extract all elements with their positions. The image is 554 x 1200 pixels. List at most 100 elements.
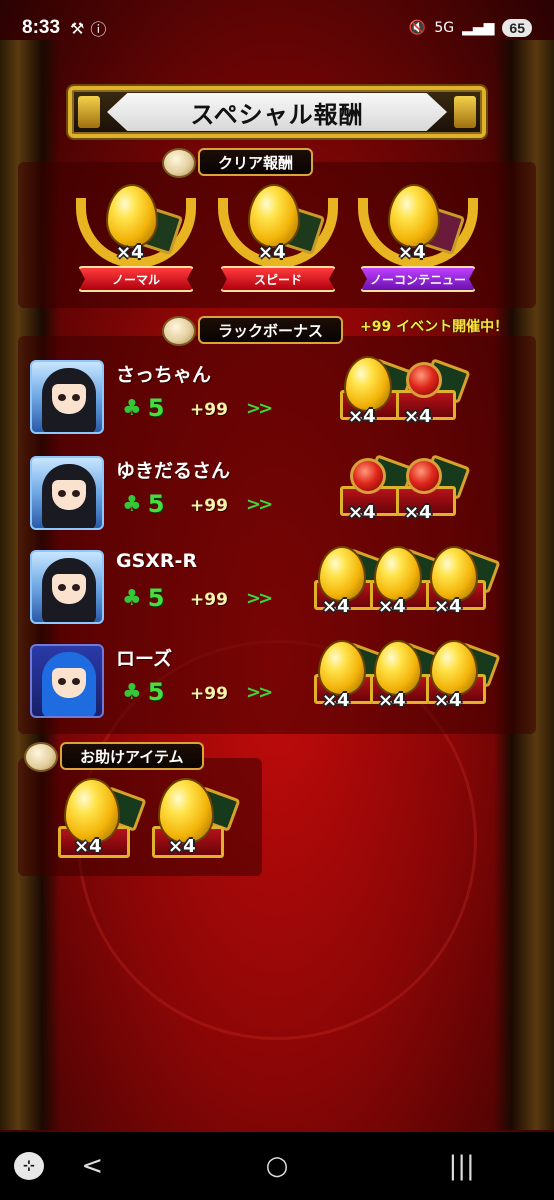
helper-items-label: お助けアイテム [60, 742, 204, 770]
page-title: スペシャル報酬 [107, 93, 447, 131]
luck-display: ♣ 5 [122, 394, 164, 422]
reward-quantity: ×4 [404, 406, 432, 427]
clover-icon: ♣ [122, 679, 142, 705]
arrow-right-icon: >> [246, 494, 273, 515]
reward-ribbon: ノーコンテニュー [360, 266, 476, 292]
golden-egg-icon [388, 184, 440, 248]
reward-orb-item: ×4 [396, 356, 471, 428]
luck-bonus-amount: +99 [190, 590, 228, 610]
coin-icon [24, 742, 58, 772]
arrow-right-icon: >> [246, 398, 273, 419]
player-row[interactable]: ローズ ♣ 5 +99 >> ×4 ×4 ×4 [26, 640, 536, 732]
coin-icon [162, 148, 196, 178]
home-button[interactable]: ○ [247, 1151, 307, 1181]
reward-quantity: ×4 [116, 242, 144, 263]
reward-quantity: ×4 [74, 836, 102, 857]
signal-icon: ▂▄▆ [462, 20, 495, 36]
reward-quantity: ×4 [258, 242, 286, 263]
reward-quantity: ×4 [378, 596, 406, 617]
game-screen: 8:33 ⚒ ⓘ 🔇 5G ▂▄▆ 65 スペシャル報酬 クリア報酬 ×4 ノー… [0, 0, 554, 1200]
reward-quantity: ×4 [398, 242, 426, 263]
system-nav-bar: ⊹ < ○ ||| [0, 1132, 554, 1200]
golden-egg-icon [318, 546, 366, 602]
arrow-right-icon: >> [246, 682, 273, 703]
player-avatar [30, 644, 104, 718]
red-orb-icon [406, 458, 442, 494]
battery-indicator: 65 [502, 19, 532, 37]
reward-orb-item: ×4 [340, 452, 415, 524]
mute-icon: 🔇 [408, 20, 427, 36]
reward-egg-item: ×4 [314, 546, 389, 618]
arrow-right-icon: >> [246, 588, 273, 609]
player-row[interactable]: ゆきだるさん ♣ 5 +99 >> ×4 ×4 [26, 452, 536, 544]
luck-value: 5 [147, 584, 165, 612]
reward-quantity: ×4 [348, 406, 376, 427]
player-row[interactable]: GSXR-R ♣ 5 +99 >> ×4 ×4 ×4 [26, 546, 536, 638]
red-orb-icon [350, 458, 386, 494]
recents-button[interactable]: ||| [432, 1151, 492, 1181]
clear-rewards-label: クリア報酬 [198, 148, 314, 176]
reward-egg-item: ×4 [370, 640, 445, 712]
player-avatar [30, 456, 104, 530]
reward-egg-item: ×4 [370, 546, 445, 618]
player-avatar [30, 550, 104, 624]
luck-value: 5 [147, 394, 165, 422]
player-name: GSXR-R [116, 550, 198, 572]
reward-quantity: ×4 [322, 690, 350, 711]
title-banner-right-cap [454, 96, 476, 128]
reward-quantity: ×4 [434, 596, 462, 617]
reward-quantity: ×4 [322, 596, 350, 617]
clover-icon: ♣ [122, 585, 142, 611]
player-name: ローズ [116, 648, 173, 670]
golden-egg-icon [430, 640, 478, 696]
status-time: 8:33 [22, 17, 61, 38]
luck-bonus-amount: +99 [190, 496, 228, 516]
luck-display: ♣ 5 [122, 678, 164, 706]
luck-bonus-amount: +99 [190, 684, 228, 704]
player-row[interactable]: さっちゃん ♣ 5 +99 >> ×4 ×4 [26, 356, 536, 448]
coin-icon [162, 316, 196, 346]
luck-display: ♣ 5 [122, 490, 164, 518]
golden-egg-icon [106, 184, 158, 248]
player-name: ゆきだるさん [116, 460, 231, 482]
reward-ribbon: ノーマル [78, 266, 194, 292]
luck-display: ♣ 5 [122, 584, 164, 612]
golden-egg-icon [430, 546, 478, 602]
luck-value: 5 [147, 678, 165, 706]
hammer-icon: ⚒ [70, 18, 85, 38]
golden-egg-icon [344, 356, 392, 412]
title-banner-left-cap [78, 96, 100, 128]
reward-egg-item: ×4 [314, 640, 389, 712]
reward-quantity: ×4 [404, 502, 432, 523]
title-banner: スペシャル報酬 [68, 86, 486, 138]
golden-egg-icon [248, 184, 300, 248]
clear-reward-normal[interactable]: ×4 ノーマル [70, 180, 202, 306]
reward-quantity: ×4 [434, 690, 462, 711]
reward-quantity: ×4 [348, 502, 376, 523]
clear-reward-speed[interactable]: ×4 スピード [212, 180, 344, 306]
network-label: 5G [434, 20, 455, 36]
player-avatar [30, 360, 104, 434]
clear-reward-no-continue[interactable]: ×4 ノーコンテニュー [352, 180, 484, 306]
luck-value: 5 [147, 490, 165, 518]
status-bar: 8:33 ⚒ ⓘ 🔇 5G ▂▄▆ 65 [0, 0, 554, 56]
clover-icon: ♣ [122, 491, 142, 517]
golden-egg-icon [374, 546, 422, 602]
info-icon: ⓘ [90, 20, 107, 39]
luck-bonus-label: ラックボーナス [198, 316, 344, 344]
player-name: さっちゃん [116, 364, 212, 386]
gamepad-icon[interactable]: ⊹ [14, 1152, 44, 1180]
reward-quantity: ×4 [378, 690, 406, 711]
reward-egg-item: ×4 [426, 640, 501, 712]
luck-bonus-amount: +99 [190, 400, 228, 420]
reward-quantity: ×4 [168, 836, 196, 857]
helper-egg-item[interactable]: ×4 [152, 778, 241, 868]
event-banner-text: +99 イベント開催中！ [360, 319, 509, 335]
back-button[interactable]: < [62, 1151, 122, 1181]
reward-ribbon: スピード [220, 266, 336, 292]
golden-egg-icon [318, 640, 366, 696]
golden-egg-icon [374, 640, 422, 696]
helper-egg-item[interactable]: ×4 [58, 778, 147, 868]
reward-egg-item: ×4 [426, 546, 501, 618]
reward-egg-item: ×4 [340, 356, 415, 428]
